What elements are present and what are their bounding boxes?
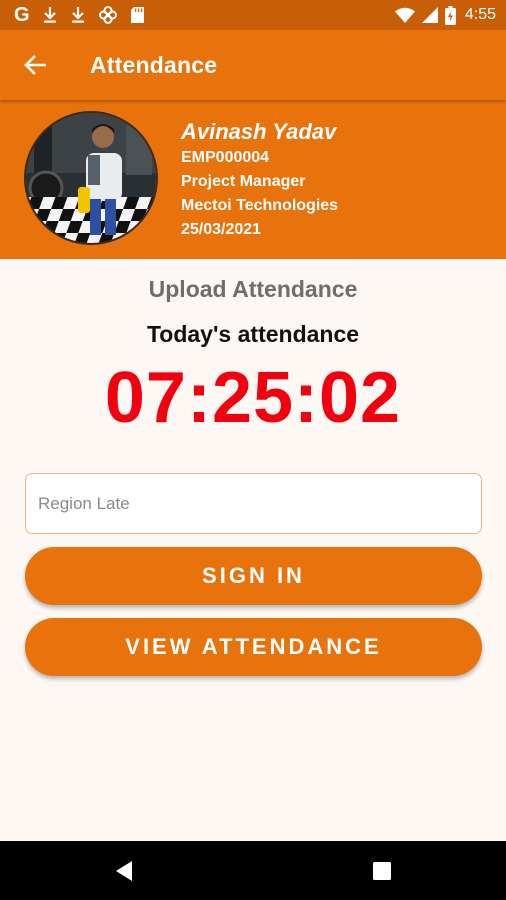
status-time: 4:55	[464, 6, 496, 23]
nav-recents-button[interactable]	[362, 851, 402, 891]
fan-icon	[98, 5, 118, 25]
status-bar-system: 4:55	[394, 5, 496, 25]
recents-square-icon	[372, 861, 391, 880]
company-name: Mectoi Technologies	[181, 197, 339, 214]
employee-id: EMP000004	[181, 149, 270, 166]
wifi-icon	[394, 7, 415, 23]
todays-attendance-title: Today's attendance	[146, 321, 360, 347]
view-attendance-button[interactable]: VIEW ATTENDANCE	[25, 618, 482, 676]
back-triangle-icon	[116, 860, 133, 881]
profile-info: Avinash Yadav EMP000004 Project Manager …	[181, 118, 338, 242]
back-button[interactable]	[0, 30, 70, 100]
region-late-input[interactable]	[25, 473, 482, 534]
status-bar: G 4:55	[0, 0, 506, 30]
home-circle-icon	[242, 860, 263, 881]
attendance-panel: Upload Attendance Today's attendance 07:…	[0, 259, 506, 841]
google-icon: G	[14, 3, 30, 26]
cellular-signal-icon	[421, 7, 438, 23]
download-icon	[42, 6, 58, 24]
sign-in-button[interactable]: SIGN IN	[25, 547, 482, 605]
arrow-left-icon	[24, 55, 46, 75]
sd-card-icon	[130, 6, 145, 24]
download-icon	[70, 6, 86, 24]
profile-header: Avinash Yadav EMP000004 Project Manager …	[0, 100, 506, 259]
upload-attendance-title: Upload Attendance	[148, 276, 358, 302]
attendance-date: 25/03/2021	[181, 221, 262, 238]
attendance-clock: 07:25:02	[104, 358, 402, 438]
employee-role: Project Manager	[181, 173, 306, 190]
status-bar-notifications: G	[14, 4, 145, 27]
profile-name: Avinash Yadav	[181, 119, 337, 144]
navigation-bar	[0, 841, 506, 900]
app-bar: Attendance	[0, 30, 506, 100]
battery-icon	[444, 5, 456, 25]
app-title: Attendance	[90, 51, 218, 78]
nav-home-button[interactable]	[233, 851, 273, 891]
avatar[interactable]	[24, 111, 158, 245]
nav-back-button[interactable]	[104, 851, 144, 891]
